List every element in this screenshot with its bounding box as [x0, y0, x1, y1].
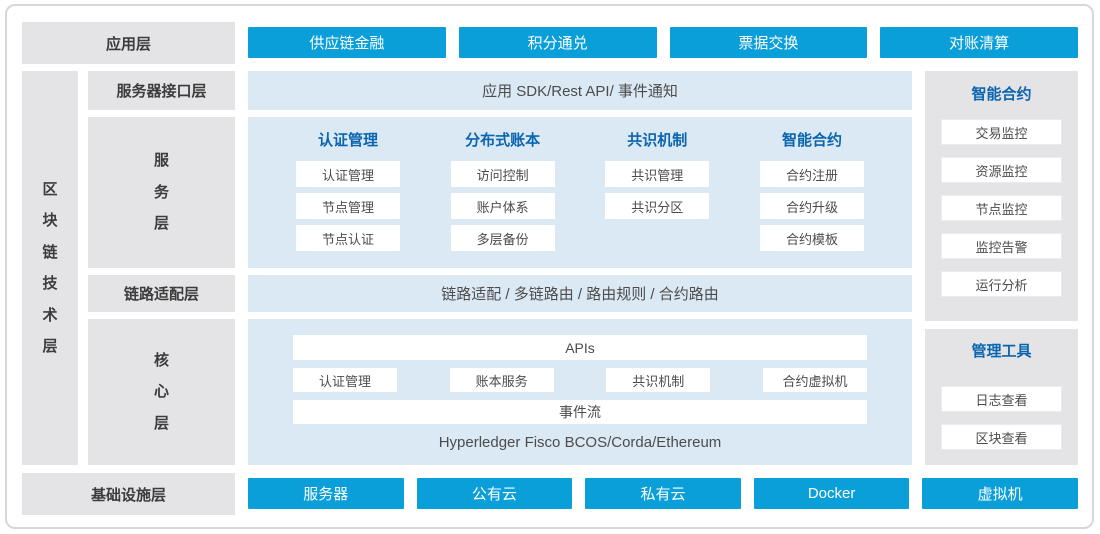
service-column-header: 共识机制: [605, 130, 709, 152]
tool-item: 区块查看: [941, 424, 1062, 450]
monitor-item: 资源监控: [941, 157, 1062, 183]
app-node-points-exchange: 积分通兑: [459, 27, 657, 58]
infra-node-private-cloud: 私有云: [585, 478, 741, 509]
service-item: 多层备份: [451, 225, 555, 251]
link-layer-label: 链路适配层: [88, 275, 235, 312]
infra-layer-buttons: 服务器 公有云 私有云 Docker 虚拟机: [248, 478, 1078, 509]
infra-node-vm: 虚拟机: [922, 478, 1078, 509]
core-layer-panel: APIs 认证管理 账本服务 共识机制 合约虚拟机 事件流 Hyperledge…: [248, 319, 912, 465]
tech-layer-bar: 区块链技术层: [22, 71, 78, 465]
service-column-contract: 智能合约 合约注册 合约升级 合约模板: [760, 130, 864, 268]
service-item: 账户体系: [451, 193, 555, 219]
monitor-panel: 智能合约 交易监控 资源监控 节点监控 监控告警 运行分析: [925, 71, 1078, 321]
app-layer-buttons: 供应链金融 积分通兑 票据交换 对账清算: [248, 27, 1078, 58]
core-module: 账本服务: [450, 368, 554, 392]
service-column-ledger: 分布式账本 访问控制 账户体系 多层备份: [451, 130, 555, 268]
service-layer-panel: 认证管理 认证管理 节点管理 节点认证 分布式账本 访问控制 账户体系 多层备份…: [248, 117, 912, 268]
tool-item: 日志查看: [941, 386, 1062, 412]
tech-layer-label: 区块链技术层: [41, 174, 59, 363]
core-layer-label: 核心层: [88, 319, 235, 465]
service-item: 合约模板: [760, 225, 864, 251]
service-layer-label: 服务层: [88, 117, 235, 268]
service-column-consensus: 共识机制 共识管理 共识分区: [605, 130, 709, 268]
service-item: 访问控制: [451, 161, 555, 187]
service-column-header: 认证管理: [296, 130, 400, 152]
service-item: 认证管理: [296, 161, 400, 187]
tools-panel-title: 管理工具: [925, 341, 1078, 363]
core-apis-bar: APIs: [293, 335, 867, 360]
service-column-header: 分布式账本: [451, 130, 555, 152]
core-module: 共识机制: [606, 368, 710, 392]
infra-layer-label: 基础设施层: [22, 473, 235, 515]
core-platforms-text: Hyperledger Fisco BCOS/Corda/Ethereum: [293, 434, 867, 451]
core-module: 合约虚拟机: [763, 368, 867, 392]
core-event-stream-bar: 事件流: [293, 400, 867, 424]
interface-layer-content: 应用 SDK/Rest API/ 事件通知: [248, 71, 912, 110]
service-item: 节点认证: [296, 225, 400, 251]
app-node-bill-exchange: 票据交换: [670, 27, 868, 58]
service-item: 合约注册: [760, 161, 864, 187]
app-node-reconciliation: 对账清算: [880, 27, 1078, 58]
monitor-panel-title: 智能合约: [925, 84, 1078, 106]
service-column-auth: 认证管理 认证管理 节点管理 节点认证: [296, 130, 400, 268]
service-item: 合约升级: [760, 193, 864, 219]
monitor-item: 监控告警: [941, 233, 1062, 259]
monitor-item: 交易监控: [941, 119, 1062, 145]
service-item: 共识分区: [605, 193, 709, 219]
app-layer-label: 应用层: [22, 22, 235, 64]
infra-node-public-cloud: 公有云: [417, 478, 573, 509]
monitor-item: 节点监控: [941, 195, 1062, 221]
service-column-header: 智能合约: [760, 130, 864, 152]
infra-node-docker: Docker: [754, 478, 910, 509]
service-item: 节点管理: [296, 193, 400, 219]
app-node-supply-chain-finance: 供应链金融: [248, 27, 446, 58]
infra-node-server: 服务器: [248, 478, 404, 509]
tools-panel: 管理工具 日志查看 区块查看: [925, 329, 1078, 465]
interface-layer-label: 服务器接口层: [88, 71, 235, 110]
link-layer-content: 链路适配 / 多链路由 / 路由规则 / 合约路由: [248, 275, 912, 312]
service-item: 共识管理: [605, 161, 709, 187]
core-module: 认证管理: [293, 368, 397, 392]
monitor-item: 运行分析: [941, 271, 1062, 297]
core-modules-row: 认证管理 账本服务 共识机制 合约虚拟机: [293, 368, 867, 392]
blockchain-architecture-diagram: { "colors": { "accent_blue": "#0a9fd9", …: [0, 0, 1100, 534]
